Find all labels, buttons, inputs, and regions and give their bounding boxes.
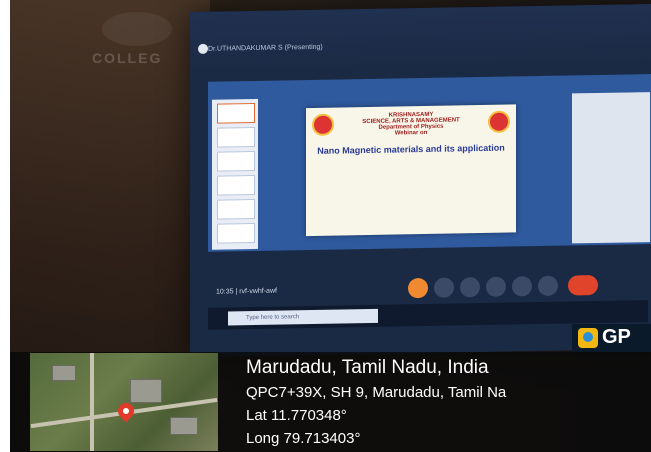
end-call-button[interactable] <box>568 274 598 296</box>
map-building <box>52 365 76 381</box>
slide-thumbnails <box>212 98 258 250</box>
map-road <box>90 353 94 451</box>
location-place: Marudadu, Tamil Nadu, India <box>246 357 489 378</box>
more-options-button[interactable] <box>538 275 558 297</box>
slide-thumbnail[interactable] <box>217 198 255 220</box>
taskbar-search-input[interactable]: Type here to search <box>228 308 378 326</box>
location-longitude: Long 79.713403° <box>246 430 361 447</box>
gps-app-badge: GP <box>572 324 651 352</box>
satellite-map-thumbnail <box>30 353 218 451</box>
format-pane <box>572 92 650 244</box>
location-overlay: Marudadu, Tamil Nadu, India QPC7+39X, SH… <box>10 352 651 452</box>
location-pin-icon <box>114 399 138 423</box>
slide-thumbnail[interactable] <box>217 102 255 124</box>
mic-button[interactable] <box>408 277 428 299</box>
map-building <box>170 417 198 435</box>
projected-screen: Dr.UTHANDAKUMAR S (Presenting) KRISHNASA… <box>190 3 651 358</box>
slide-thumbnail[interactable] <box>217 174 255 196</box>
slide-thumbnail[interactable] <box>217 222 255 244</box>
location-address: QPC7+39X, SH 9, Marudadu, Tamil Na <box>246 384 507 401</box>
slide-title: Nano Magnetic materials and its applicat… <box>317 142 505 156</box>
college-sign: COLLEG <box>92 50 163 66</box>
raise-hand-button[interactable] <box>512 276 532 297</box>
camera-button[interactable] <box>434 277 454 298</box>
gps-camera-icon <box>578 328 598 348</box>
location-latitude: Lat 11.770348° <box>246 407 347 424</box>
captions-button[interactable] <box>460 277 480 298</box>
slide-thumbnail[interactable] <box>217 126 255 148</box>
meeting-controls: 10:35 | rvf-vwhf-awf <box>208 266 648 304</box>
meeting-header: Dr.UTHANDAKUMAR S (Presenting) <box>190 3 651 73</box>
slide-thumbnail[interactable] <box>217 150 255 172</box>
meeting-logo-icon <box>198 43 208 54</box>
college-emblem <box>102 12 172 46</box>
present-button[interactable] <box>486 276 506 297</box>
map-building <box>130 379 162 403</box>
gps-brand-text: GP <box>602 326 631 348</box>
presenter-label: Dr.UTHANDAKUMAR S (Presenting) <box>208 43 323 53</box>
presentation-window: KRISHNASAMY SCIENCE, ARTS & MANAGEMENT D… <box>208 74 651 252</box>
meeting-time: 10:35 | rvf-vwhf-awf <box>216 287 277 296</box>
current-slide: KRISHNASAMY SCIENCE, ARTS & MANAGEMENT D… <box>306 104 516 237</box>
slide-header: KRISHNASAMY SCIENCE, ARTS & MANAGEMENT D… <box>306 110 516 138</box>
